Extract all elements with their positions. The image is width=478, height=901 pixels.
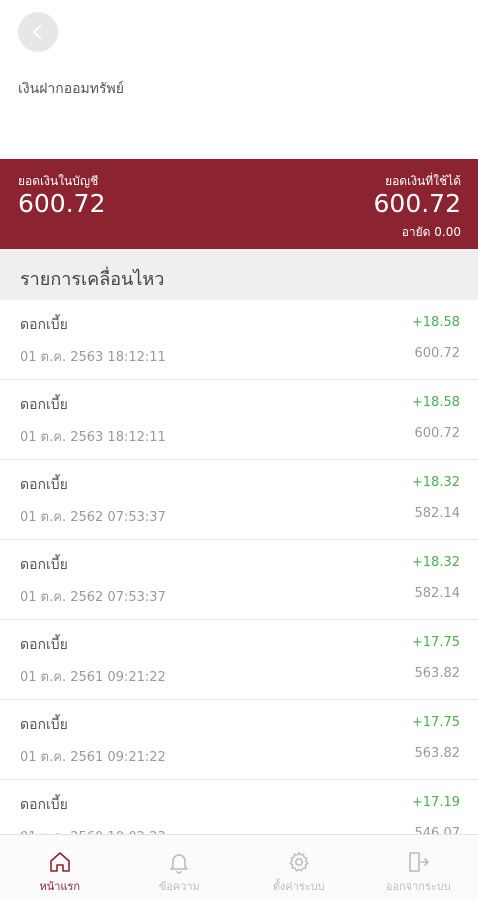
transaction-list[interactable]: ดอกเบี้ย 01 ต.ค. 2563 18:12:11 +18.58 60… [0,300,478,834]
transaction-row[interactable]: ดอกเบี้ย 01 ต.ค. 2560 10:02:23 +17.19 54… [0,780,478,834]
nav-messages[interactable]: ข้อความ [120,835,240,901]
transaction-title: ดอกเบี้ย [20,794,68,816]
transaction-balance: 600.72 [415,346,461,361]
transaction-date: 01 ต.ค. 2560 10:02:23 [20,826,166,834]
gear-icon [287,850,311,874]
bottom-nav: หน้าแรก ข้อความ ตั้งค่าระบบ ออกจากระบบ [0,834,478,901]
transaction-amount: +17.75 [412,635,460,650]
nav-home-label: หน้าแรก [39,877,80,895]
transactions-title: รายการเคลื่อนไหว [20,264,164,293]
transaction-amount: +18.58 [412,395,460,410]
chevron-left-icon [29,23,47,41]
transaction-amount: +17.19 [412,795,460,810]
transaction-row[interactable]: ดอกเบี้ย 01 ต.ค. 2562 07:53:37 +18.32 58… [0,540,478,620]
transaction-title: ดอกเบี้ย [20,314,68,336]
nav-messages-label: ข้อความ [159,877,200,895]
nav-logout[interactable]: ออกจากระบบ [359,835,478,901]
transaction-row[interactable]: ดอกเบี้ย 01 ต.ค. 2563 18:12:11 +18.58 60… [0,300,478,380]
account-balance-amount: 600.72 [18,189,105,218]
back-button[interactable] [18,12,58,52]
nav-logout-label: ออกจากระบบ [386,877,451,895]
transaction-balance: 546.07 [415,826,461,834]
transaction-date: 01 ต.ค. 2562 07:53:37 [20,506,166,527]
transaction-row[interactable]: ดอกเบี้ย 01 ต.ค. 2563 18:12:11 +18.58 60… [0,380,478,460]
home-icon [48,850,72,874]
transaction-date: 01 ต.ค. 2561 09:21:22 [20,746,166,767]
balance-panel: ยอดเงินในบัญชี 600.72 ยอดเงินที่ใช้ได้ 6… [0,159,478,249]
transaction-date: 01 ต.ค. 2561 09:21:22 [20,666,166,687]
transaction-date: 01 ต.ค. 2563 18:12:11 [20,346,166,367]
transaction-date: 01 ต.ค. 2563 18:12:11 [20,426,166,447]
transaction-title: ดอกเบี้ย [20,634,68,656]
transaction-row[interactable]: ดอกเบี้ย 01 ต.ค. 2561 09:21:22 +17.75 56… [0,700,478,780]
transaction-amount: +18.58 [412,315,460,330]
transaction-amount: +18.32 [412,475,460,490]
transaction-balance: 600.72 [415,426,461,441]
transaction-amount: +17.75 [412,715,460,730]
transaction-balance: 582.14 [415,586,461,601]
account-name: เงินฝากออมทรัพย์ [18,78,124,100]
nav-settings-label: ตั้งค่าระบบ [273,877,325,895]
transaction-balance: 563.82 [415,746,461,761]
available-balance-amount: 600.72 [374,189,461,218]
transaction-title: ดอกเบี้ย [20,394,68,416]
bell-icon [167,850,191,874]
nav-home[interactable]: หน้าแรก [0,835,120,901]
nav-settings[interactable]: ตั้งค่าระบบ [239,835,359,901]
transaction-title: ดอกเบี้ย [20,714,68,736]
transaction-balance: 582.14 [415,506,461,521]
transaction-row[interactable]: ดอกเบี้ย 01 ต.ค. 2562 07:53:37 +18.32 58… [0,460,478,540]
transactions-header: รายการเคลื่อนไหว [0,249,478,301]
transaction-balance: 563.82 [415,666,461,681]
transaction-amount: +18.32 [412,555,460,570]
transaction-title: ดอกเบี้ย [20,474,68,496]
hold-amount: อายัด 0.00 [402,223,461,242]
transaction-row[interactable]: ดอกเบี้ย 01 ต.ค. 2561 09:21:22 +17.75 56… [0,620,478,700]
transaction-date: 01 ต.ค. 2562 07:53:37 [20,586,166,607]
logout-icon [406,850,430,874]
transaction-title: ดอกเบี้ย [20,554,68,576]
